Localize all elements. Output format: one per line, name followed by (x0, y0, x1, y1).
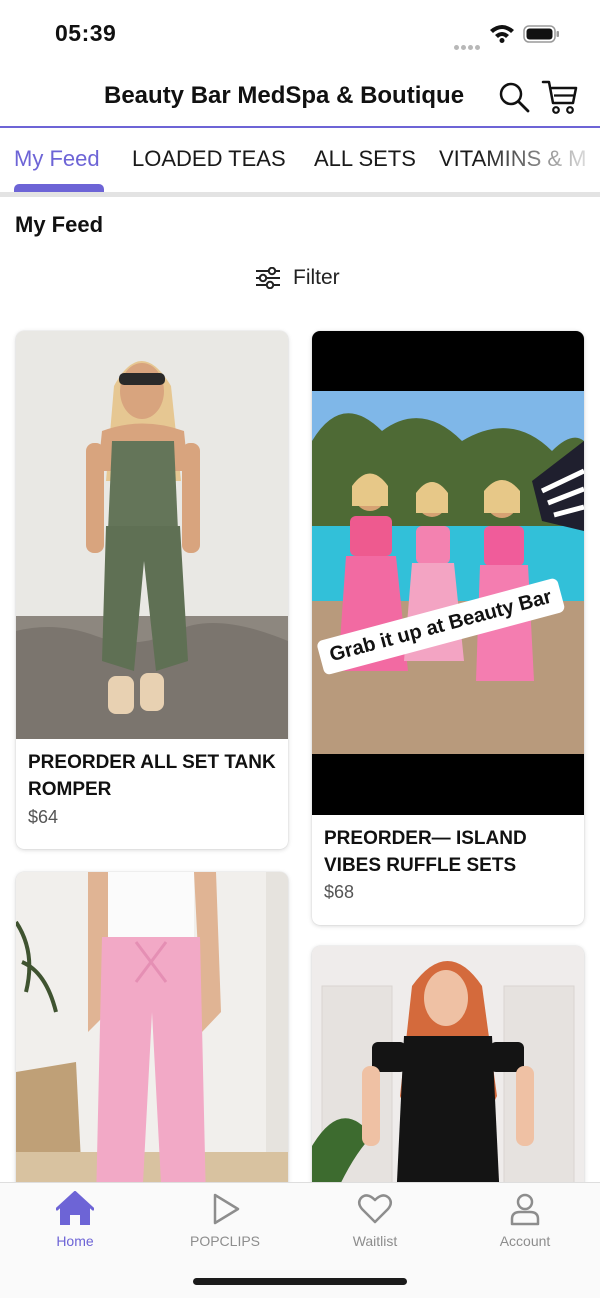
nav-waitlist[interactable]: Waitlist (320, 1191, 430, 1249)
sliders-icon (256, 267, 280, 289)
tabs-fade-overlay (480, 130, 600, 190)
status-time: 05:39 (55, 20, 117, 46)
play-icon (213, 1193, 240, 1225)
nav-popclips[interactable]: POPCLIPS (170, 1191, 280, 1249)
product-card[interactable] (312, 946, 584, 1202)
cart-button[interactable] (541, 78, 579, 116)
product-name: PREORDER ALL SET TANK ROMPER (28, 752, 276, 800)
tab-my-feed[interactable]: My Feed (14, 146, 100, 172)
product-card[interactable] (16, 872, 288, 1202)
product-card[interactable]: PREORDER ALL SET TANK ROMPER $64 (16, 331, 288, 849)
home-indicator (193, 1278, 407, 1285)
signal-dots-icon (454, 37, 484, 50)
search-button[interactable] (497, 80, 531, 114)
nav-account[interactable]: Account (470, 1191, 580, 1249)
filter-label: Filter (293, 266, 340, 289)
product-photo (312, 946, 584, 1202)
nav-label: POPCLIPS (189, 1233, 261, 1249)
nav-home[interactable]: Home (20, 1191, 130, 1249)
section-title: My Feed (15, 212, 104, 237)
app-screen: 05:39 Beauty Bar MedSpa & Boutique My Fe… (0, 0, 600, 1298)
tab-loaded-teas[interactable]: LOADED TEAS (132, 146, 286, 172)
product-price: $64 (28, 807, 59, 827)
nav-label: Home (56, 1233, 94, 1249)
tab-all-sets[interactable]: ALL SETS (314, 146, 416, 172)
product-name: PREORDER— ISLAND VIBES RUFFLE SETS (324, 828, 527, 876)
app-header: Beauty Bar MedSpa & Boutique (0, 70, 600, 128)
tabs-divider (0, 192, 600, 197)
search-icon (499, 82, 530, 113)
cart-icon (541, 80, 578, 114)
active-tab-indicator (14, 184, 104, 192)
store-title: Beauty Bar MedSpa & Boutique (104, 82, 465, 109)
wifi-icon (489, 23, 515, 43)
product-video-thumbnail: Grab it up at Beauty Bar (312, 331, 584, 815)
product-photo (16, 331, 288, 739)
nav-label: Waitlist (352, 1233, 398, 1249)
product-card[interactable]: Grab it up at Beauty Bar PREORDER— ISLAN… (312, 331, 584, 925)
product-photo (16, 872, 288, 1202)
battery-icon (523, 24, 561, 44)
heart-icon (358, 1194, 392, 1224)
nav-label: Account (499, 1233, 551, 1249)
category-tabs: My Feed LOADED TEAS ALL SETS VITAMINS & … (0, 130, 600, 194)
home-icon (56, 1191, 94, 1225)
filter-button[interactable]: Filter (255, 262, 340, 294)
person-icon (510, 1193, 540, 1226)
product-price: $68 (324, 882, 355, 902)
status-bar: 05:39 (0, 0, 600, 70)
